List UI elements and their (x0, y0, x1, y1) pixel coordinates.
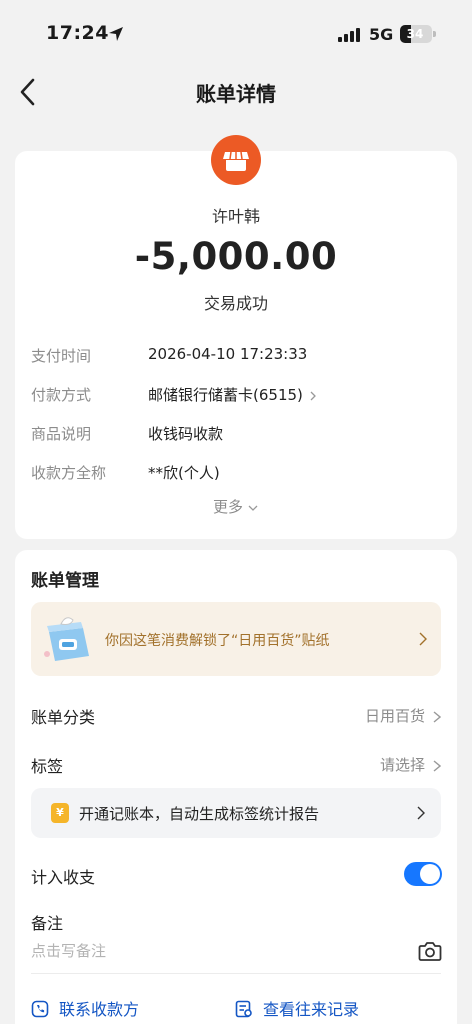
more-label: 更多 (212, 498, 243, 516)
tissue-box-sticker-icon (44, 617, 89, 661)
detail-value-time: 2026-04-10 17:23:33 (148, 345, 308, 363)
category-selector[interactable]: 日用百货 (365, 705, 441, 726)
chevron-right-icon (433, 759, 441, 772)
history-label: 查看往来记录 (263, 1000, 360, 1019)
contact-payee-link[interactable]: 联系收款方 (31, 996, 139, 1020)
battery-tip (433, 31, 436, 37)
chevron-right-icon (310, 391, 316, 400)
note-input[interactable]: 点击写备注 (31, 940, 106, 961)
chevron-right-icon (433, 710, 441, 723)
transaction-status: 交易成功 (203, 294, 268, 313)
include-toggle[interactable] (404, 862, 442, 886)
more-button[interactable]: 更多 (15, 496, 457, 517)
detail-label-payment: 付款方式 (31, 386, 92, 404)
note-label: 备注 (31, 914, 64, 933)
location-arrow-icon (109, 27, 123, 41)
status-time: 17:24 (46, 22, 109, 44)
section-title: 账单管理 (31, 571, 99, 591)
yuan-icon: ¥ (51, 803, 69, 823)
battery-label: 34 (406, 27, 424, 41)
camera-icon[interactable] (418, 940, 442, 962)
ledger-text: 开通记账本，自动生成标签统计报告 (79, 805, 320, 823)
bill-summary-card: 许叶韩 -5,000.00 交易成功 支付时间 2026-04-10 17:23… (15, 135, 457, 539)
network-label: 5G (369, 25, 394, 44)
battery-icon: 34 (400, 25, 432, 43)
phone-icon (31, 1000, 49, 1018)
amount: -5,000.00 (134, 235, 338, 278)
sticker-banner[interactable]: 你因这笔消费解锁了“日用百货”贴纸 (31, 602, 441, 676)
payment-method-link[interactable]: 邮储银行储蓄卡(6515) (148, 384, 317, 405)
shop-icon (211, 135, 261, 185)
chevron-down-icon (248, 505, 258, 511)
category-value: 日用百货 (364, 707, 425, 725)
chevron-right-icon (419, 632, 427, 646)
ledger-banner[interactable]: ¥ 开通记账本，自动生成标签统计报告 (31, 788, 441, 838)
page-title: 账单详情 (196, 82, 276, 106)
include-label: 计入收支 (31, 868, 96, 887)
bill-management-card: 账单管理 你因这笔消费解锁了“日用百货”贴纸 账单分类 日用百货 标签 请选择 … (15, 550, 457, 1024)
contact-label: 联系收款方 (59, 1000, 140, 1019)
tag-label: 标签 (31, 757, 64, 776)
detail-label-description: 商品说明 (31, 425, 92, 443)
toggle-knob (420, 864, 440, 884)
detail-label-payee: 收款方全称 (31, 464, 107, 482)
detail-value-payment: 邮储银行储蓄卡(6515) (148, 386, 303, 404)
status-bar: 17:24 5G 34 (0, 0, 472, 70)
tag-value: 请选择 (379, 756, 425, 774)
tag-selector[interactable]: 请选择 (380, 754, 441, 775)
divider (31, 973, 441, 974)
detail-label-time: 支付时间 (31, 347, 92, 365)
view-history-link[interactable]: 查看往来记录 (235, 996, 359, 1020)
sticker-text: 你因这笔消费解锁了“日用百货”贴纸 (105, 633, 330, 649)
merchant-name: 许叶韩 (211, 207, 260, 226)
detail-value-payee: **欣(个人) (148, 464, 220, 482)
category-label: 账单分类 (31, 708, 96, 727)
signal-icon (338, 28, 360, 42)
history-list-icon (235, 1000, 252, 1018)
detail-value-description: 收钱码收款 (148, 425, 224, 443)
chevron-right-icon (417, 806, 425, 820)
